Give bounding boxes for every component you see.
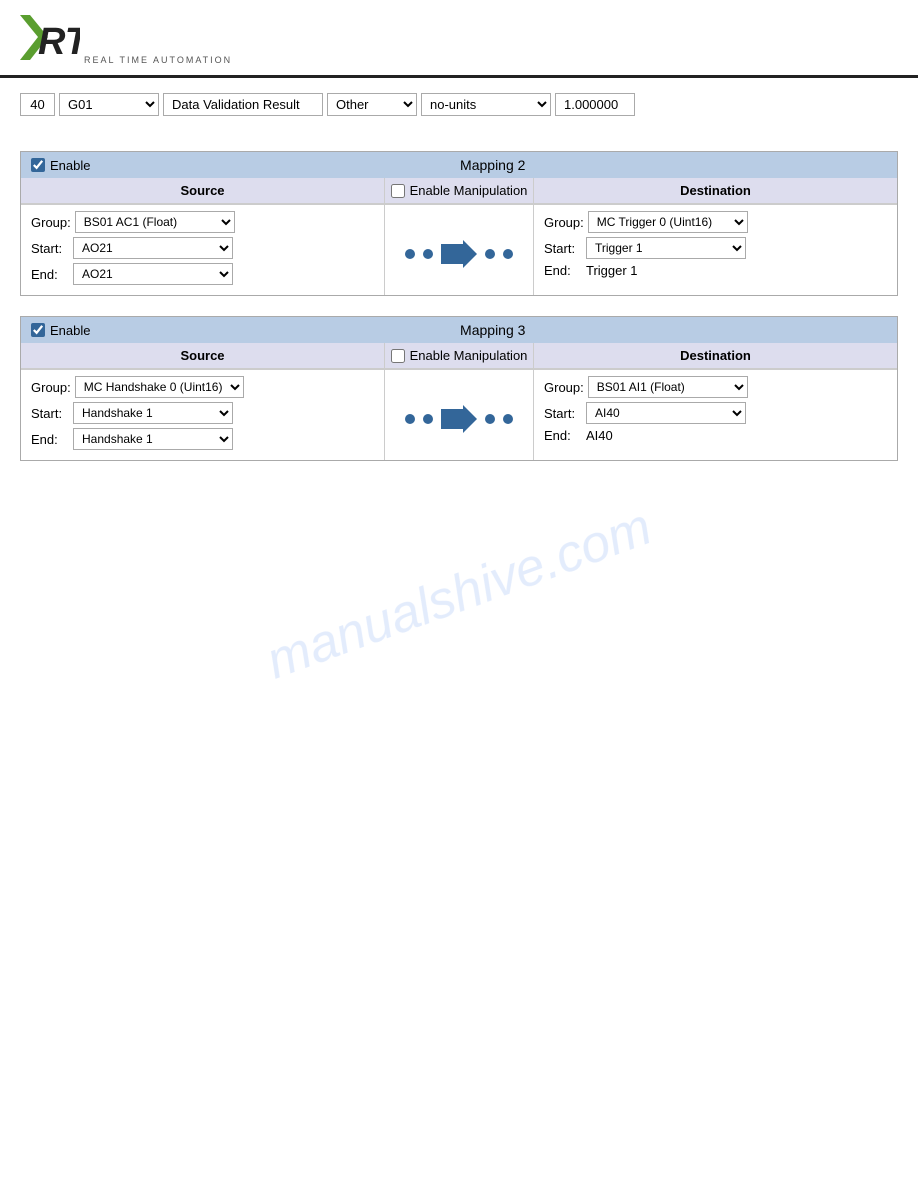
mapping2-dest-group-label: Group:: [544, 215, 584, 230]
type-select[interactable]: Other: [327, 93, 417, 116]
mapping3-dest-start-select[interactable]: AI40: [586, 402, 746, 424]
mapping2-dest-start-select[interactable]: Trigger 1: [586, 237, 746, 259]
mapping3-dest-end-row: End: AI40: [544, 428, 887, 443]
mapping2-source-end-select[interactable]: AO21: [73, 263, 233, 285]
mapping2-dest-body: Group: MC Trigger 0 (Uint16) Start: Trig…: [534, 205, 897, 295]
mapping3-dest-body: Group: BS01 AI1 (Float) Start: AI40 End:…: [534, 370, 897, 460]
logo: RTA REAL TIME AUTOMATION: [20, 10, 232, 65]
mapping3-manip-checkbox[interactable]: [391, 349, 405, 363]
mapping3-dot2: [423, 414, 433, 424]
header: RTA REAL TIME AUTOMATION: [0, 0, 918, 78]
mapping2-dest-header: Destination: [534, 178, 897, 204]
mapping3-dot4: [503, 414, 513, 424]
mapping3-dest-end-value: AI40: [586, 428, 613, 443]
mapping2-dest-start-label: Start:: [544, 241, 582, 256]
mapping2-dot1: [405, 249, 415, 259]
mapping2-body: Group: BS01 AC1 (Float) Start: AO21 End:…: [21, 205, 897, 295]
mapping2-dest-end-label: End:: [544, 263, 582, 278]
mapping2-source-group-row: Group: BS01 AC1 (Float): [31, 211, 374, 233]
mapping3-source-body: Group: MC Handshake 0 (Uint16) Start: Ha…: [21, 370, 384, 460]
mapping2-dot4: [503, 249, 513, 259]
mapping2-arrow-area: [384, 205, 534, 295]
mapping3-enable-label[interactable]: Enable: [31, 323, 90, 338]
mapping2-manip-checkbox[interactable]: [391, 184, 405, 198]
mapping2-dot2: [423, 249, 433, 259]
mapping2-header: Enable Mapping 2: [21, 152, 897, 178]
mapping2-source-start-row: Start: AO21: [31, 237, 374, 259]
logo-icon: RTA: [20, 10, 80, 65]
mapping2-dest-end-row: End: Trigger 1: [544, 263, 887, 278]
mapping2-enable-label[interactable]: Enable: [31, 158, 90, 173]
mapping3-source-start-row: Start: Handshake 1: [31, 402, 374, 424]
mapping3-source-start-label: Start:: [31, 406, 69, 421]
mapping2-dot3: [485, 249, 495, 259]
mapping2-source-body: Group: BS01 AC1 (Float) Start: AO21 End:…: [21, 205, 384, 295]
multiplier-cell: 1.000000: [555, 93, 635, 116]
mapping2-dest-end-value: Trigger 1: [586, 263, 638, 278]
mapping3-dot3: [485, 414, 495, 424]
mapping3-source-end-label: End:: [31, 432, 69, 447]
mapping2-dest-start-row: Start: Trigger 1: [544, 237, 887, 259]
mapping3-dest-start-row: Start: AI40: [544, 402, 887, 424]
mapping2-source-group-select[interactable]: BS01 AC1 (Float): [75, 211, 235, 233]
mapping3-enable-checkbox[interactable]: [31, 323, 45, 337]
mapping3-source-group-label: Group:: [31, 380, 71, 395]
mapping2-enable-text: Enable: [50, 158, 90, 173]
mapping3-dest-end-label: End:: [544, 428, 582, 443]
mapping3-section: Enable Mapping 3 Source Enable Manipulat…: [20, 316, 898, 461]
top-data-row: 40 G01 Data Validation Result Other no-u…: [0, 78, 918, 131]
group-select[interactable]: G01: [59, 93, 159, 116]
mapping2-title: Mapping 2: [98, 157, 887, 173]
mapping2-source-group-label: Group:: [31, 215, 71, 230]
mapping3-arrow-area: [384, 370, 534, 460]
mapping2-dest-group-row: Group: MC Trigger 0 (Uint16): [544, 211, 887, 233]
mapping3-dot1: [405, 414, 415, 424]
mapping2-section: Enable Mapping 2 Source Enable Manipulat…: [20, 151, 898, 296]
mapping3-arrow-icon: [441, 405, 477, 433]
mapping3-body: Group: MC Handshake 0 (Uint16) Start: Ha…: [21, 370, 897, 460]
mapping2-source-header: Source: [21, 178, 384, 204]
mapping3-source-end-select[interactable]: Handshake 1: [73, 428, 233, 450]
mapping3-source-end-row: End: Handshake 1: [31, 428, 374, 450]
svg-text:RTA: RTA: [38, 21, 80, 63]
row-number: 40: [20, 93, 55, 116]
mapping3-dest-start-label: Start:: [544, 406, 582, 421]
mapping2-dest-group-select[interactable]: MC Trigger 0 (Uint16): [588, 211, 748, 233]
mapping2-manip-header: Enable Manipulation: [384, 178, 534, 204]
mapping3-source-header: Source: [21, 343, 384, 369]
description-cell: Data Validation Result: [163, 93, 323, 116]
watermark: manualshive.com: [259, 497, 660, 692]
mapping2-arrow-icon: [441, 240, 477, 268]
mapping3-dest-group-label: Group:: [544, 380, 584, 395]
mapping3-source-group-row: Group: MC Handshake 0 (Uint16): [31, 376, 374, 398]
mapping2-source-start-label: Start:: [31, 241, 69, 256]
mapping3-manip-header: Enable Manipulation: [384, 343, 534, 369]
mapping3-dest-header: Destination: [534, 343, 897, 369]
mapping2-enable-checkbox[interactable]: [31, 158, 45, 172]
logo-subtitle: REAL TIME AUTOMATION: [84, 55, 232, 65]
logo-rta: RTA: [20, 10, 80, 65]
mapping3-source-start-select[interactable]: Handshake 1: [73, 402, 233, 424]
mapping3-manip-text: Enable Manipulation: [410, 348, 528, 363]
units-select[interactable]: no-units: [421, 93, 551, 116]
mapping3-title: Mapping 3: [98, 322, 887, 338]
mapping2-source-end-row: End: AO21: [31, 263, 374, 285]
mapping3-dest-group-select[interactable]: BS01 AI1 (Float): [588, 376, 748, 398]
mapping2-source-start-select[interactable]: AO21: [73, 237, 233, 259]
mapping3-source-group-select[interactable]: MC Handshake 0 (Uint16): [75, 376, 244, 398]
mapping3-header: Enable Mapping 3: [21, 317, 897, 343]
mapping3-arrow-row: [405, 405, 513, 433]
mapping2-arrow-row: [405, 240, 513, 268]
mapping3-dest-group-row: Group: BS01 AI1 (Float): [544, 376, 887, 398]
mapping2-source-end-label: End:: [31, 267, 69, 282]
mapping3-enable-text: Enable: [50, 323, 90, 338]
mapping2-manip-text: Enable Manipulation: [410, 183, 528, 198]
